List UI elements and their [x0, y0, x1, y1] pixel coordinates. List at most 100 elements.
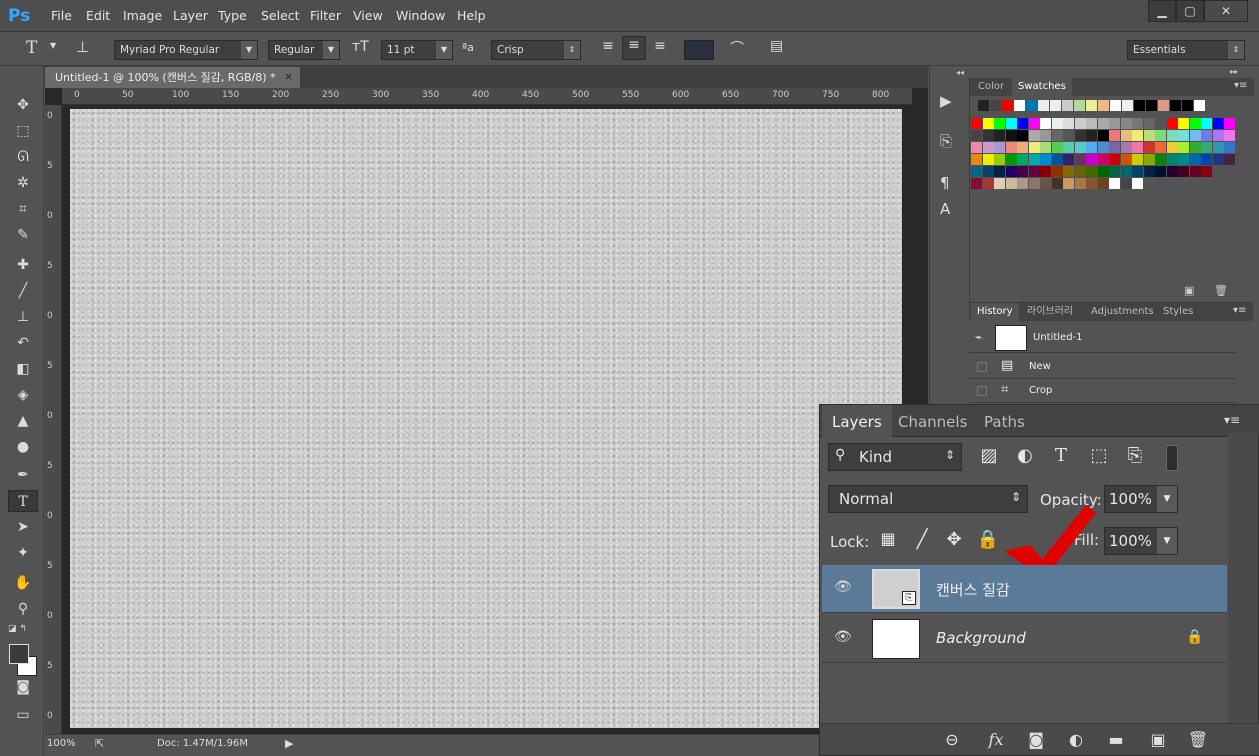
swatch[interactable]: [982, 142, 994, 153]
lock-image-icon[interactable]: ╱: [910, 529, 934, 550]
filter-toggle-switch[interactable]: [1166, 445, 1178, 471]
menu-file[interactable]: File: [51, 8, 72, 23]
swatch[interactable]: [1074, 166, 1086, 177]
swatch[interactable]: [1143, 178, 1155, 189]
swatch[interactable]: [1097, 130, 1109, 141]
layer-row-background[interactable]: 👁 Background 🔒: [822, 615, 1227, 663]
status-menu-arrow-icon[interactable]: ▶: [285, 737, 293, 750]
export-icon[interactable]: ⇱: [95, 737, 104, 750]
hand-tool-icon[interactable]: ✋: [8, 572, 38, 594]
filter-type-icon[interactable]: T: [1048, 445, 1074, 466]
swatch[interactable]: [1178, 118, 1189, 129]
swatch[interactable]: [1109, 130, 1120, 141]
tab-channels[interactable]: Channels: [888, 405, 977, 437]
text-color-swatch[interactable]: [684, 40, 714, 60]
paint-bucket-tool-icon[interactable]: ◈: [8, 384, 38, 406]
tab-styles[interactable]: Styles: [1157, 303, 1200, 321]
fill-field[interactable]: 100% ▼: [1104, 527, 1178, 555]
swatch[interactable]: [1028, 130, 1040, 141]
layer-name[interactable]: Background: [936, 629, 1026, 647]
chevron-down-icon[interactable]: ▼: [1157, 486, 1177, 512]
zoom-tool-icon[interactable]: ⚲: [8, 598, 38, 620]
swatch[interactable]: [1063, 118, 1074, 129]
swatch[interactable]: [1005, 166, 1017, 177]
history-snapshot[interactable]: ⌁ Untitled-1: [969, 323, 1237, 353]
tab-color[interactable]: Color: [972, 78, 1011, 96]
swatch[interactable]: [1134, 100, 1145, 111]
swatch[interactable]: [1063, 142, 1074, 153]
swatch[interactable]: [1086, 118, 1097, 129]
swatch[interactable]: [1086, 142, 1097, 153]
swatch[interactable]: [1224, 130, 1235, 141]
swatch[interactable]: [1109, 142, 1120, 153]
character-panel-icon[interactable]: ▤: [770, 38, 783, 54]
swatch[interactable]: [1040, 154, 1051, 165]
swatch[interactable]: [1189, 118, 1201, 129]
new-swatch-icon[interactable]: ▣: [1184, 284, 1194, 297]
panel-menu-icon[interactable]: ▾≡: [1224, 413, 1240, 427]
swatch[interactable]: [1212, 130, 1224, 141]
swatch[interactable]: [1132, 118, 1143, 129]
visibility-eye-icon[interactable]: 👁: [834, 629, 854, 645]
swatch[interactable]: [1224, 142, 1235, 153]
swatch[interactable]: [1097, 142, 1109, 153]
paragraph-styles-icon[interactable]: ¶: [940, 174, 950, 192]
swatch[interactable]: [978, 100, 989, 111]
swatch[interactable]: [1086, 154, 1097, 165]
font-style-select[interactable]: Regular ▼: [268, 40, 340, 60]
swatch[interactable]: [1194, 100, 1205, 111]
swatch[interactable]: [1166, 166, 1178, 177]
close-window-button[interactable]: ✕: [1204, 0, 1248, 22]
swatch[interactable]: [1028, 154, 1040, 165]
swatch[interactable]: [1143, 142, 1155, 153]
swatch[interactable]: [1086, 100, 1097, 111]
swatch[interactable]: [994, 130, 1005, 141]
delete-layer-icon[interactable]: 🗑: [1186, 730, 1210, 750]
swatch[interactable]: [1109, 166, 1120, 177]
crop-tool-icon[interactable]: ⌗: [8, 198, 38, 220]
swatch[interactable]: [1170, 100, 1181, 111]
menu-layer[interactable]: Layer: [173, 8, 208, 23]
swatch[interactable]: [1224, 154, 1235, 165]
swatch[interactable]: [1201, 118, 1212, 129]
swatch[interactable]: [1120, 154, 1132, 165]
swatch[interactable]: [1143, 118, 1155, 129]
filter-adjustment-icon[interactable]: ◐: [1012, 445, 1038, 466]
tab-history[interactable]: History: [971, 303, 1019, 321]
swatch[interactable]: [1143, 166, 1155, 177]
shape-tool-icon[interactable]: ✦: [8, 542, 38, 564]
swatch[interactable]: [1212, 142, 1224, 153]
swatch[interactable]: [1224, 118, 1235, 129]
swatch[interactable]: [971, 178, 982, 189]
eraser-tool-icon[interactable]: ◧: [8, 358, 38, 380]
swatch[interactable]: [971, 142, 982, 153]
swatch[interactable]: [1086, 178, 1097, 189]
menu-view[interactable]: View: [353, 8, 383, 23]
swatch[interactable]: [1005, 154, 1017, 165]
swatch[interactable]: [1017, 166, 1028, 177]
swatch[interactable]: [1063, 154, 1074, 165]
swatch[interactable]: [1155, 142, 1166, 153]
swatch[interactable]: [1132, 166, 1143, 177]
swatch[interactable]: [1097, 178, 1109, 189]
swatch[interactable]: [1182, 100, 1193, 111]
swatch[interactable]: [1074, 178, 1086, 189]
menu-image[interactable]: Image: [123, 8, 162, 23]
swatch[interactable]: [1120, 178, 1132, 189]
swatch[interactable]: [1074, 154, 1086, 165]
quick-mask-icon[interactable]: ◙: [8, 676, 38, 698]
swatch[interactable]: [1189, 130, 1201, 141]
document-canvas[interactable]: [70, 109, 902, 728]
collapse-dock-icon[interactable]: ◂◂: [956, 68, 964, 77]
swatch[interactable]: [1028, 142, 1040, 153]
swatch[interactable]: [1201, 130, 1212, 141]
brush-tool-icon[interactable]: ╱: [8, 280, 38, 302]
swatch[interactable]: [1026, 100, 1037, 111]
swatch[interactable]: [982, 154, 994, 165]
filter-smart-object-icon[interactable]: ⎘: [1122, 445, 1148, 466]
swatch[interactable]: [1014, 100, 1025, 111]
swatch[interactable]: [1063, 178, 1074, 189]
tab-libraries[interactable]: 라이브러리: [1021, 303, 1079, 321]
text-orientation-icon[interactable]: ⊥: [76, 38, 89, 56]
add-mask-icon[interactable]: ◙: [1024, 730, 1048, 750]
